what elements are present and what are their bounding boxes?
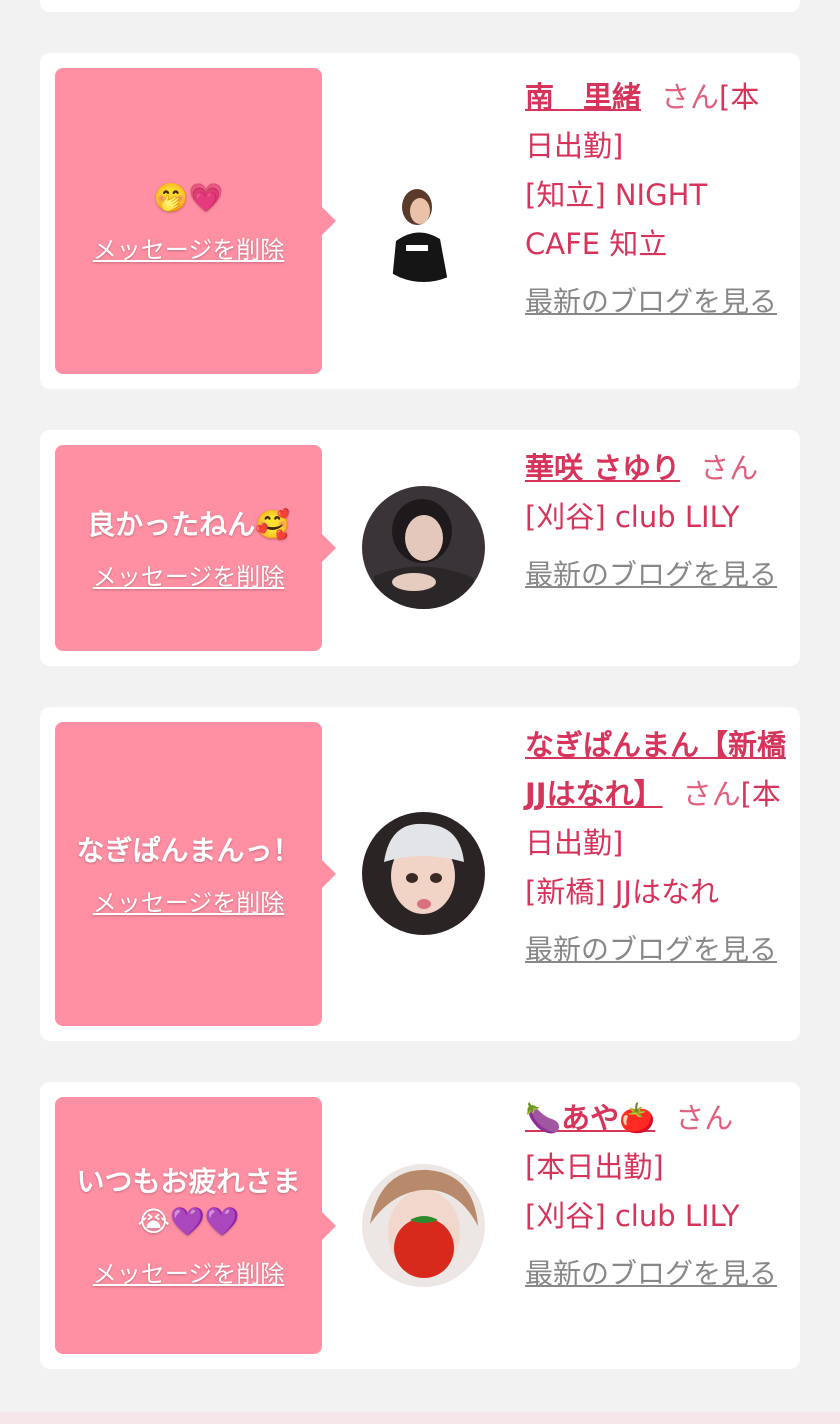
shop-name: [刈谷] club LILY: [525, 500, 740, 534]
cast-name-link[interactable]: 🍆あや🍅: [525, 1101, 655, 1135]
cast-info: 南 里緒 さん[本日出勤] [知立] NIGHT CAFE 知立 最新のブログを見…: [525, 73, 787, 325]
shop-name: [刈谷] club LILY: [525, 1199, 740, 1233]
message-card: いつもお疲れさま😭💜💜 メッセージを削除 🍆あや🍅 さん [本日出勤] [刈谷] …: [40, 1082, 800, 1369]
message-card: 🤭💗 メッセージを削除 南 里緒 さん[本日出勤] [知立] NIGHT CAFE…: [40, 53, 800, 389]
message-bubble: 🤭💗 メッセージを削除: [55, 68, 336, 374]
message-text: なぎぱんまんっ！: [76, 833, 301, 867]
delete-message-link[interactable]: メッセージを削除: [93, 230, 285, 265]
cast-name-link[interactable]: 南 里緒: [525, 80, 641, 114]
shop-name: [新橋] JJはなれ: [525, 875, 719, 909]
avatar[interactable]: [362, 159, 485, 282]
latest-blog-link[interactable]: 最新のブログを見る: [525, 279, 787, 325]
previous-card: [40, 0, 800, 12]
honorific: さん: [682, 777, 741, 811]
message-text: いつもお疲れさま😭💜💜: [76, 1165, 301, 1238]
message-text: 🤭💗: [153, 180, 224, 214]
cast-info: 華咲 さゆり さん [刈谷] club LILY 最新のブログを見る: [525, 444, 787, 598]
message-text: 良かったねん🥰: [87, 507, 290, 541]
message-card: 良かったねん🥰 メッセージを削除 華咲 さゆり さん [刈谷] club LILY…: [40, 430, 800, 666]
delete-message-link[interactable]: メッセージを削除: [93, 557, 285, 592]
message-bubble: いつもお疲れさま😭💜💜 メッセージを削除: [55, 1097, 336, 1354]
honorific: さん: [661, 80, 720, 114]
avatar[interactable]: [362, 812, 485, 935]
delete-message-link[interactable]: メッセージを削除: [93, 883, 285, 918]
latest-blog-link[interactable]: 最新のブログを見る: [525, 927, 787, 973]
message-bubble: 良かったねん🥰 メッセージを削除: [55, 445, 336, 651]
message-card: なぎぱんまんっ！ メッセージを削除 なぎぱんまん【新橋JJはなれ】 さん[本日出勤…: [40, 707, 800, 1041]
shop-name: [知立] NIGHT CAFE 知立: [525, 178, 708, 261]
cast-info: なぎぱんまん【新橋JJはなれ】 さん[本日出勤] [新橋] JJはなれ 最新のブロ…: [525, 721, 787, 973]
honorific: さん: [700, 451, 759, 485]
avatar[interactable]: [362, 486, 485, 609]
cast-name-link[interactable]: 華咲 さゆり: [525, 451, 680, 485]
latest-blog-link[interactable]: 最新のブログを見る: [525, 552, 787, 598]
latest-blog-link[interactable]: 最新のブログを見る: [525, 1251, 787, 1297]
cast-info: 🍆あや🍅 さん [本日出勤] [刈谷] club LILY 最新のブログを見る: [525, 1094, 787, 1297]
delete-message-link[interactable]: メッセージを削除: [93, 1254, 285, 1289]
bottom-strip: [0, 1412, 840, 1424]
work-status: [本日出勤]: [525, 1150, 664, 1184]
message-bubble: なぎぱんまんっ！ メッセージを削除: [55, 722, 336, 1026]
honorific: さん: [675, 1101, 734, 1135]
avatar[interactable]: [362, 1164, 485, 1287]
